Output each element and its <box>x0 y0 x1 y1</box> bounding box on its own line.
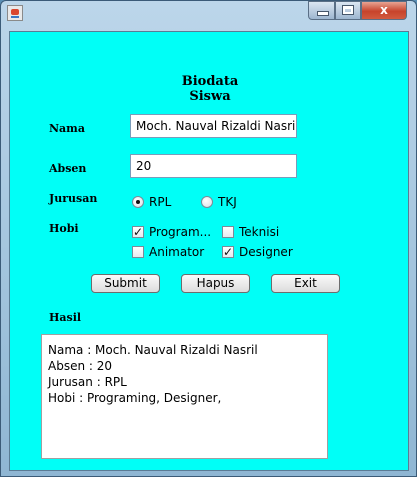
close-button[interactable]: x <box>361 1 407 20</box>
checkbox-teknisi-label: Teknisi <box>239 225 280 239</box>
checkbox-teknisi[interactable]: Teknisi <box>222 225 279 239</box>
checkbox-designer[interactable]: ✓ Designer <box>222 245 293 259</box>
jurusan-label: Jurusan <box>49 192 98 205</box>
java-app-icon <box>7 5 23 21</box>
hasil-line: Hobi : Programing, Designer, <box>48 391 222 405</box>
maximize-button[interactable] <box>335 1 361 20</box>
hapus-button[interactable]: Hapus <box>181 274 250 293</box>
form-panel: Biodata Siswa Nama Moch. Nauval Rizaldi … <box>9 31 409 471</box>
hasil-textarea[interactable]: Nama : Moch. Nauval Rizaldi Nasril Absen… <box>41 334 328 459</box>
absen-field[interactable]: 20 <box>130 154 297 178</box>
checkbox-animator-box[interactable] <box>132 246 144 258</box>
checkbox-designer-label: Designer <box>239 245 293 259</box>
submit-button[interactable]: Submit <box>91 274 160 293</box>
radio-rpl-indicator[interactable] <box>132 196 144 208</box>
checkbox-designer-box[interactable]: ✓ <box>222 246 234 258</box>
checkbox-programing-box[interactable]: ✓ <box>132 226 144 238</box>
minimize-icon <box>317 11 329 16</box>
checkbox-programing[interactable]: ✓ Program... <box>132 225 211 239</box>
checkbox-animator-label: Animator <box>149 245 205 259</box>
radio-tkj[interactable]: TKJ <box>201 195 237 209</box>
checkbox-teknisi-box[interactable] <box>222 226 234 238</box>
nama-field[interactable]: Moch. Nauval Rizaldi Nasril <box>130 114 297 138</box>
hobi-label: Hobi <box>49 222 79 235</box>
checkbox-programing-label: Program... <box>149 225 212 239</box>
radio-tkj-indicator[interactable] <box>201 196 213 208</box>
hasil-line: Nama : Moch. Nauval Rizaldi Nasril <box>48 343 258 357</box>
title-bar[interactable]: x <box>1 1 416 31</box>
absen-label: Absen <box>49 162 87 175</box>
radio-tkj-label: TKJ <box>218 195 237 209</box>
exit-button[interactable]: Exit <box>271 274 340 293</box>
hasil-label: Hasil <box>49 311 82 324</box>
minimize-button[interactable] <box>308 1 335 20</box>
app-window: x Biodata Siswa Nama Moch. Nauval Rizald… <box>0 0 417 477</box>
checkbox-animator[interactable]: Animator <box>132 245 204 259</box>
radio-rpl-label: RPL <box>149 195 172 209</box>
close-icon: x <box>380 3 388 17</box>
maximize-icon <box>342 5 354 15</box>
form-title: Biodata Siswa <box>181 74 239 104</box>
nama-label: Nama <box>49 122 85 135</box>
hasil-line: Jurusan : RPL <box>48 375 127 389</box>
radio-rpl[interactable]: RPL <box>132 195 171 209</box>
hasil-line: Absen : 20 <box>48 359 113 373</box>
